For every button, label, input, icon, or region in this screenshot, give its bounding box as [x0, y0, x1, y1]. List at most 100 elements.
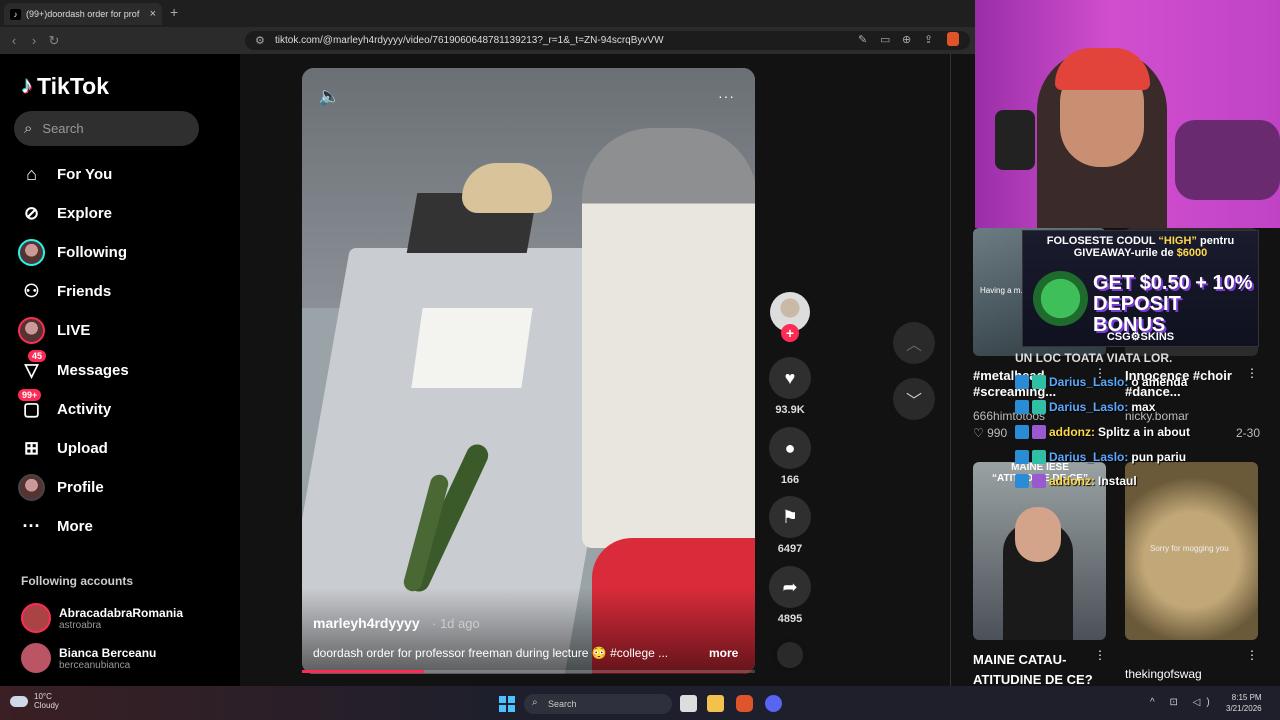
- chat-message: Darius_Laslo: max: [1015, 400, 1155, 414]
- music-disc-icon[interactable]: [772, 637, 808, 673]
- search-input[interactable]: ⌕ Search: [14, 111, 199, 146]
- chat-username: addonz:: [1049, 474, 1095, 488]
- sidebar-item-upload[interactable]: ⊞ Upload: [18, 435, 108, 462]
- system-tray-icons[interactable]: ^ ⊡ ◁): [1150, 697, 1216, 708]
- search-placeholder: Search: [42, 121, 84, 136]
- recommended-video-title[interactable]: thekingofswag: [1125, 667, 1202, 681]
- reader-mode-icon[interactable]: ▭: [880, 33, 890, 46]
- heart-icon[interactable]: ♥: [769, 357, 811, 399]
- zoom-icon[interactable]: ⊕: [902, 33, 911, 46]
- ad-mascot-icon: [1033, 271, 1088, 326]
- sidebar-item-label: Upload: [57, 440, 108, 457]
- sidebar-item-live[interactable]: LIVE: [18, 317, 90, 344]
- tiktok-logo[interactable]: ♪ TikTok: [21, 72, 109, 100]
- webcam-couch: [1175, 120, 1280, 200]
- bookmark-icon[interactable]: ⚑: [769, 496, 811, 538]
- browser-tab[interactable]: ♪ (99+)doordash order for prof ×: [4, 3, 162, 25]
- chat-message: Darius_Laslo: o amenda: [1015, 375, 1187, 389]
- translate-icon[interactable]: ✎: [858, 33, 867, 46]
- new-tab-button[interactable]: +: [170, 4, 178, 20]
- avatar: [21, 643, 51, 673]
- video-author[interactable]: marleyh4rdyyyy: [313, 615, 420, 631]
- chat-badge-icon: [1015, 450, 1029, 464]
- video-player[interactable]: [302, 68, 755, 674]
- forward-arrow-icon[interactable]: ›: [24, 33, 44, 48]
- video-frame-professor: [582, 128, 755, 548]
- video-frame-papers: [411, 308, 533, 388]
- video-options-icon[interactable]: ···: [718, 88, 735, 104]
- video-progress-fill: [302, 670, 425, 673]
- ad-bonus-line: GET $0.50 + 10%: [1093, 272, 1253, 294]
- close-tab-icon[interactable]: ×: [150, 8, 156, 20]
- sidebar-item-messages[interactable]: ▽ 45 Messages: [18, 350, 129, 384]
- account-name: Bianca Berceanu: [59, 645, 157, 660]
- activity-badge: 99+: [18, 389, 42, 401]
- video-time: · 1d ago: [432, 616, 480, 631]
- volume-icon[interactable]: 🔈: [318, 86, 340, 107]
- sidebar-item-friends[interactable]: ⚇ Friends: [18, 278, 111, 305]
- sidebar-item-activity[interactable]: ▢ 99+ Activity: [18, 389, 111, 423]
- video-progress-bar[interactable]: [302, 670, 755, 673]
- brave-shield-icon[interactable]: [947, 32, 959, 46]
- discord-icon[interactable]: [765, 695, 782, 712]
- video-caption: doordash order for professor freeman dur…: [313, 646, 669, 660]
- more-dots-icon: ···: [22, 516, 41, 536]
- site-info-icon[interactable]: ⚙: [255, 34, 265, 47]
- webcam-cap: [1055, 48, 1150, 90]
- taskbar-clock[interactable]: 8:15 PM 3/21/2026: [1226, 692, 1262, 714]
- sidebar-item-profile[interactable]: Profile: [18, 474, 104, 501]
- save-action[interactable]: ⚑ 6497: [768, 496, 812, 555]
- following-account[interactable]: Bianca Berceanu berceanubianca: [21, 643, 156, 673]
- sidebar-item-label: LIVE: [57, 322, 91, 339]
- video-frame-hat: [462, 163, 552, 213]
- kebab-menu-icon[interactable]: ⋮: [1246, 366, 1258, 380]
- weather-widget[interactable]: 10°C Cloudy: [10, 692, 59, 710]
- recommended-video-thumbnail[interactable]: [973, 462, 1106, 640]
- sponsor-ad-banner: FOLOSESTE CODUL “HIGH” pentru GIVEAWAY-u…: [1022, 230, 1259, 347]
- comment-count: 166: [780, 474, 800, 486]
- chat-message: addonz: Instaul: [1015, 474, 1137, 488]
- sidebar-item-label: More: [57, 518, 93, 535]
- next-video-chevron-down-icon[interactable]: ﹀: [893, 378, 935, 420]
- like-action[interactable]: ♥ 93.9K: [768, 357, 812, 416]
- sidebar-item-following[interactable]: Following: [18, 239, 127, 266]
- reload-icon[interactable]: ↻: [44, 33, 64, 49]
- back-arrow-icon[interactable]: ‹: [4, 33, 24, 48]
- url-text: tiktok.com/@marleyh4rdyyyy/video/7619060…: [275, 35, 664, 46]
- following-account[interactable]: AbracadabraRomania astroabra: [21, 603, 183, 633]
- windows-logo-tile: [499, 696, 506, 703]
- file-explorer-icon[interactable]: [707, 695, 724, 712]
- sidebar-item-explore[interactable]: ⊘ Explore: [18, 200, 112, 227]
- comment-action[interactable]: ● 166: [768, 427, 812, 486]
- webcam-microphone: [995, 110, 1035, 170]
- ad-text: FOLOSESTE CODUL: [1046, 235, 1156, 247]
- ad-text: pentru: [1199, 235, 1235, 247]
- chat-message: Darius_Laslo: pun pariu: [1015, 450, 1186, 464]
- kebab-menu-icon[interactable]: ⋮: [1094, 648, 1106, 662]
- sidebar-item-for-you[interactable]: ⌂ For You: [18, 161, 112, 188]
- share-icon[interactable]: ⇪: [924, 33, 933, 46]
- kebab-menu-icon[interactable]: ⋮: [1246, 648, 1258, 662]
- recommended-video-date: 2-30: [1236, 426, 1261, 440]
- task-view-icon[interactable]: [680, 695, 697, 712]
- cloud-icon: [10, 695, 28, 707]
- ad-amount: $6000: [1176, 247, 1208, 259]
- previous-video-chevron-up-icon[interactable]: ︿: [893, 322, 935, 364]
- account-name: AbracadabraRomania: [59, 605, 184, 620]
- logo-text: TikTok: [37, 72, 109, 99]
- tiktok-note-icon: ♪: [21, 72, 33, 99]
- caption-more-link[interactable]: more: [709, 646, 738, 660]
- search-icon: ⌕: [24, 120, 33, 137]
- share-action[interactable]: ➦ 4895: [768, 566, 812, 625]
- recommended-video-title[interactable]: MAINE CATAU-ATITUDINE DE CE?: [973, 650, 1098, 690]
- brave-browser-icon[interactable]: [736, 695, 753, 712]
- chat-text: Instaul: [1098, 474, 1137, 488]
- follow-plus-icon[interactable]: +: [781, 324, 799, 342]
- sidebar-item-more[interactable]: ··· More: [18, 513, 93, 540]
- share-arrow-icon[interactable]: ➦: [769, 566, 811, 608]
- taskbar-search[interactable]: ⌕ Search: [524, 694, 672, 714]
- comment-icon[interactable]: ●: [769, 427, 811, 469]
- messages-badge: 45: [28, 350, 47, 362]
- ad-code: “HIGH”: [1158, 235, 1197, 247]
- start-windows-icon[interactable]: [499, 696, 515, 712]
